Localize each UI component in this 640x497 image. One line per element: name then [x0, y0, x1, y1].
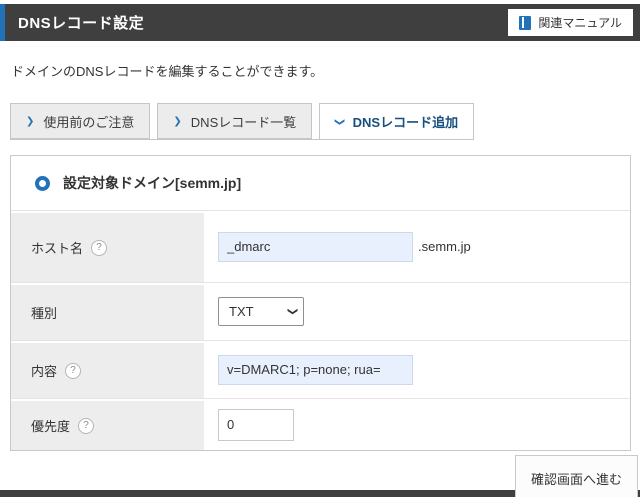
radio-ring-icon — [35, 175, 50, 191]
target-domain-title: 設定対象ドメイン[semm.jp] — [63, 175, 242, 191]
priority-value-cell — [204, 399, 630, 450]
host-name-label: ホスト名 — [31, 241, 84, 256]
priority-label: 優先度 — [31, 419, 71, 434]
content-label: 内容 — [31, 364, 58, 379]
content-value-cell — [204, 341, 630, 398]
help-icon[interactable]: ? — [78, 417, 95, 434]
host-name-label-cell: ホスト名 ? — [11, 211, 204, 282]
priority-row: 優先度 ? — [11, 398, 630, 450]
dns-settings-page: DNSレコード設定 関連マニュアル ドメインのDNSレコードを編集することができ… — [0, 0, 640, 497]
tab-bar: ❯ 使用前のご注意 ❯ DNSレコード一覧 ❯ DNSレコード追加 — [10, 103, 475, 140]
help-icon[interactable]: ? — [65, 362, 82, 379]
related-manual-button[interactable]: 関連マニュアル — [508, 9, 633, 36]
book-icon — [519, 15, 532, 30]
record-type-select[interactable]: TXT — [218, 297, 304, 326]
record-type-label-cell: 種別 — [11, 283, 204, 340]
record-type-label: 種別 — [31, 306, 58, 321]
host-name-value-cell: .semm.jp — [204, 211, 630, 282]
content-input[interactable] — [218, 354, 413, 385]
chevron-down-icon: ❯ — [334, 117, 346, 126]
priority-label-cell: 優先度 ? — [11, 399, 204, 450]
tab-dns-record-add-label: DNSレコード追加 — [352, 115, 459, 130]
page-title: DNSレコード設定 — [18, 15, 145, 32]
priority-input[interactable] — [218, 408, 294, 441]
chevron-right-icon: ❯ — [26, 115, 35, 127]
tab-dns-record-add[interactable]: ❯ DNSレコード追加 — [319, 103, 475, 139]
record-type-row: 種別 TXT ❯ — [11, 282, 630, 340]
dns-record-form: 設定対象ドメイン[semm.jp] ホスト名 ? .semm.jp 種別 TXT — [10, 155, 631, 451]
content-row: 内容 ? — [11, 340, 630, 398]
content-label-cell: 内容 ? — [11, 341, 204, 398]
tab-precautions-label: 使用前のご注意 — [43, 115, 135, 130]
related-manual-label: 関連マニュアル — [538, 16, 622, 30]
tab-dns-record-list[interactable]: ❯ DNSレコード一覧 — [157, 103, 313, 139]
chevron-right-icon: ❯ — [173, 115, 182, 127]
help-icon[interactable]: ? — [91, 239, 108, 256]
record-type-select-wrap: TXT ❯ — [218, 297, 304, 326]
tab-dns-record-list-label: DNSレコード一覧 — [190, 115, 297, 130]
page-description: ドメインのDNSレコードを編集することができます。 — [11, 64, 324, 79]
domain-suffix: .semm.jp — [418, 239, 471, 254]
record-type-value-cell: TXT ❯ — [204, 283, 630, 340]
page-header: DNSレコード設定 関連マニュアル — [0, 4, 640, 41]
host-name-row: ホスト名 ? .semm.jp — [11, 210, 630, 282]
confirm-button[interactable]: 確認画面へ進む — [514, 455, 638, 497]
host-name-input[interactable] — [218, 231, 413, 262]
target-domain-header: 設定対象ドメイン[semm.jp] — [11, 156, 630, 210]
tab-precautions[interactable]: ❯ 使用前のご注意 — [10, 103, 151, 139]
